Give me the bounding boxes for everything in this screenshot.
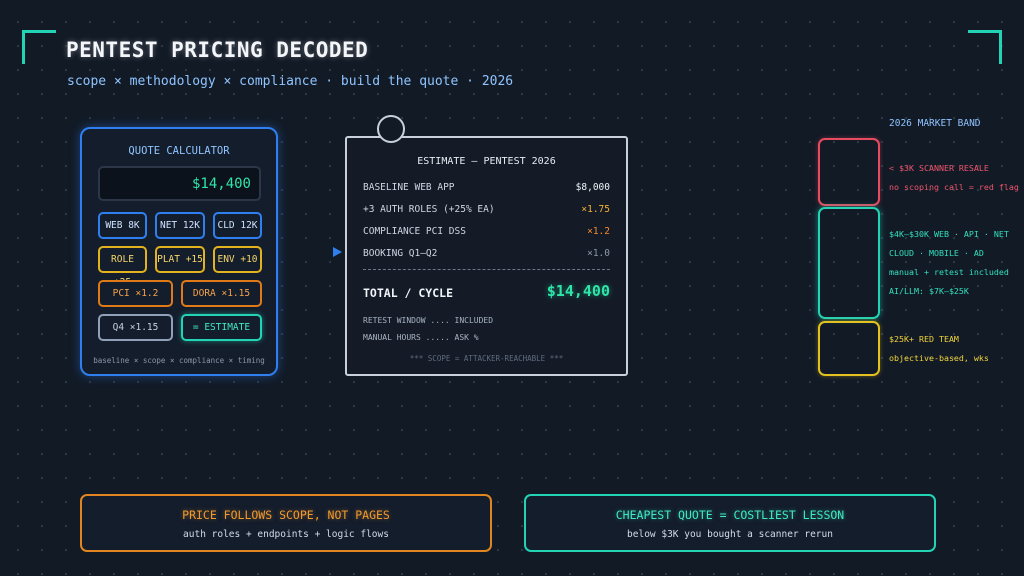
pin-ring-icon bbox=[377, 115, 405, 143]
receipt-divider bbox=[363, 269, 610, 270]
corner-bracket-top-left bbox=[22, 30, 56, 64]
receipt-footer: *** SCOPE = ATTACKER-REACHABLE *** bbox=[409, 354, 564, 363]
band-label: $25K+ RED TEAM bbox=[889, 334, 959, 344]
arrow-icon bbox=[333, 247, 342, 257]
receipt-line: COMPLIANCE PCI DSS ×1.2 bbox=[363, 226, 610, 237]
receipt-line-value: $8,000 bbox=[575, 182, 610, 193]
receipt-line-label: BOOKING Q1–Q2 bbox=[363, 248, 438, 259]
band-low-tier bbox=[818, 138, 880, 206]
band-label: < $3K SCANNER RESALE bbox=[889, 163, 989, 173]
receipt-note: RETEST WINDOW .... INCLUDED bbox=[363, 316, 494, 325]
total-value: $14,400 bbox=[546, 282, 610, 300]
callout-subtext: below $3K you bought a scanner rerun bbox=[627, 529, 833, 540]
page-title: PENTEST PRICING DECODED bbox=[66, 38, 369, 62]
band-label: no scoping call = red flag bbox=[889, 182, 1019, 192]
key-plat[interactable]: PLAT +15 bbox=[155, 246, 205, 273]
receipt-line: +3 AUTH ROLES (+25% EA) ×1.75 bbox=[363, 204, 610, 215]
callout-heading: CHEAPEST QUOTE = COSTLIEST LESSON bbox=[615, 508, 845, 522]
receipt-line-label: +3 AUTH ROLES (+25% EA) bbox=[363, 204, 495, 215]
band-label: manual + retest included bbox=[889, 267, 1009, 277]
quote-calculator: QUOTE CALCULATOR $14,400 WEB 8K NET 12K … bbox=[80, 127, 278, 376]
receipt-line-value: ×1.0 bbox=[587, 248, 610, 259]
band-high-tier bbox=[818, 321, 880, 376]
band-mid-tier bbox=[818, 207, 880, 319]
market-band-title: 2026 MARKET BAND bbox=[889, 118, 981, 129]
calculator-display: $14,400 bbox=[98, 166, 261, 201]
corner-bracket-top-right bbox=[968, 30, 1002, 64]
callout-scope: PRICE FOLLOWS SCOPE, NOT PAGES auth role… bbox=[80, 494, 492, 552]
key-dora[interactable]: DORA ×1.15 bbox=[181, 280, 262, 307]
estimate-button[interactable]: = ESTIMATE bbox=[181, 314, 262, 341]
receipt-line: BASELINE WEB APP $8,000 bbox=[363, 182, 610, 193]
receipt-line-label: COMPLIANCE PCI DSS bbox=[363, 226, 466, 237]
key-role[interactable]: ROLE +25 bbox=[98, 246, 147, 288]
receipt-title: ESTIMATE — PENTEST 2026 bbox=[417, 156, 556, 167]
key-env[interactable]: ENV +10 bbox=[213, 246, 262, 273]
band-label: CLOUD · MOBILE · AD bbox=[889, 248, 984, 258]
receipt-line: BOOKING Q1–Q2 ×1.0 bbox=[363, 248, 610, 259]
key-web[interactable]: WEB 8K bbox=[98, 212, 147, 239]
receipt-line-label: BASELINE WEB APP bbox=[363, 182, 455, 193]
band-label: $4K–$30K WEB · API · NET bbox=[889, 229, 1009, 239]
key-net[interactable]: NET 12K bbox=[155, 212, 205, 239]
receipt-line-value: ×1.2 bbox=[587, 226, 610, 237]
receipt-line-value: ×1.75 bbox=[581, 204, 610, 215]
total-label: TOTAL / CYCLE bbox=[363, 286, 454, 300]
page-subtitle: scope × methodology × compliance · build… bbox=[67, 74, 514, 89]
receipt-note: MANUAL HOURS ..... ASK % bbox=[363, 333, 479, 342]
callout-cheapest: CHEAPEST QUOTE = COSTLIEST LESSON below … bbox=[524, 494, 936, 552]
calculator-title: QUOTE CALCULATOR bbox=[128, 145, 230, 157]
band-label: objective-based, wks bbox=[889, 353, 989, 363]
band-label: AI/LLM: $7K–$25K bbox=[889, 286, 969, 296]
calculator-formula: baseline × scope × compliance × timing bbox=[93, 356, 265, 365]
key-cld[interactable]: CLD 12K bbox=[213, 212, 262, 239]
callout-subtext: auth roles + endpoints + logic flows bbox=[183, 529, 389, 540]
estimate-receipt: ESTIMATE — PENTEST 2026 BASELINE WEB APP… bbox=[345, 136, 628, 376]
key-q4[interactable]: Q4 ×1.15 bbox=[98, 314, 173, 341]
key-pci[interactable]: PCI ×1.2 bbox=[98, 280, 173, 307]
callout-heading: PRICE FOLLOWS SCOPE, NOT PAGES bbox=[182, 508, 390, 522]
